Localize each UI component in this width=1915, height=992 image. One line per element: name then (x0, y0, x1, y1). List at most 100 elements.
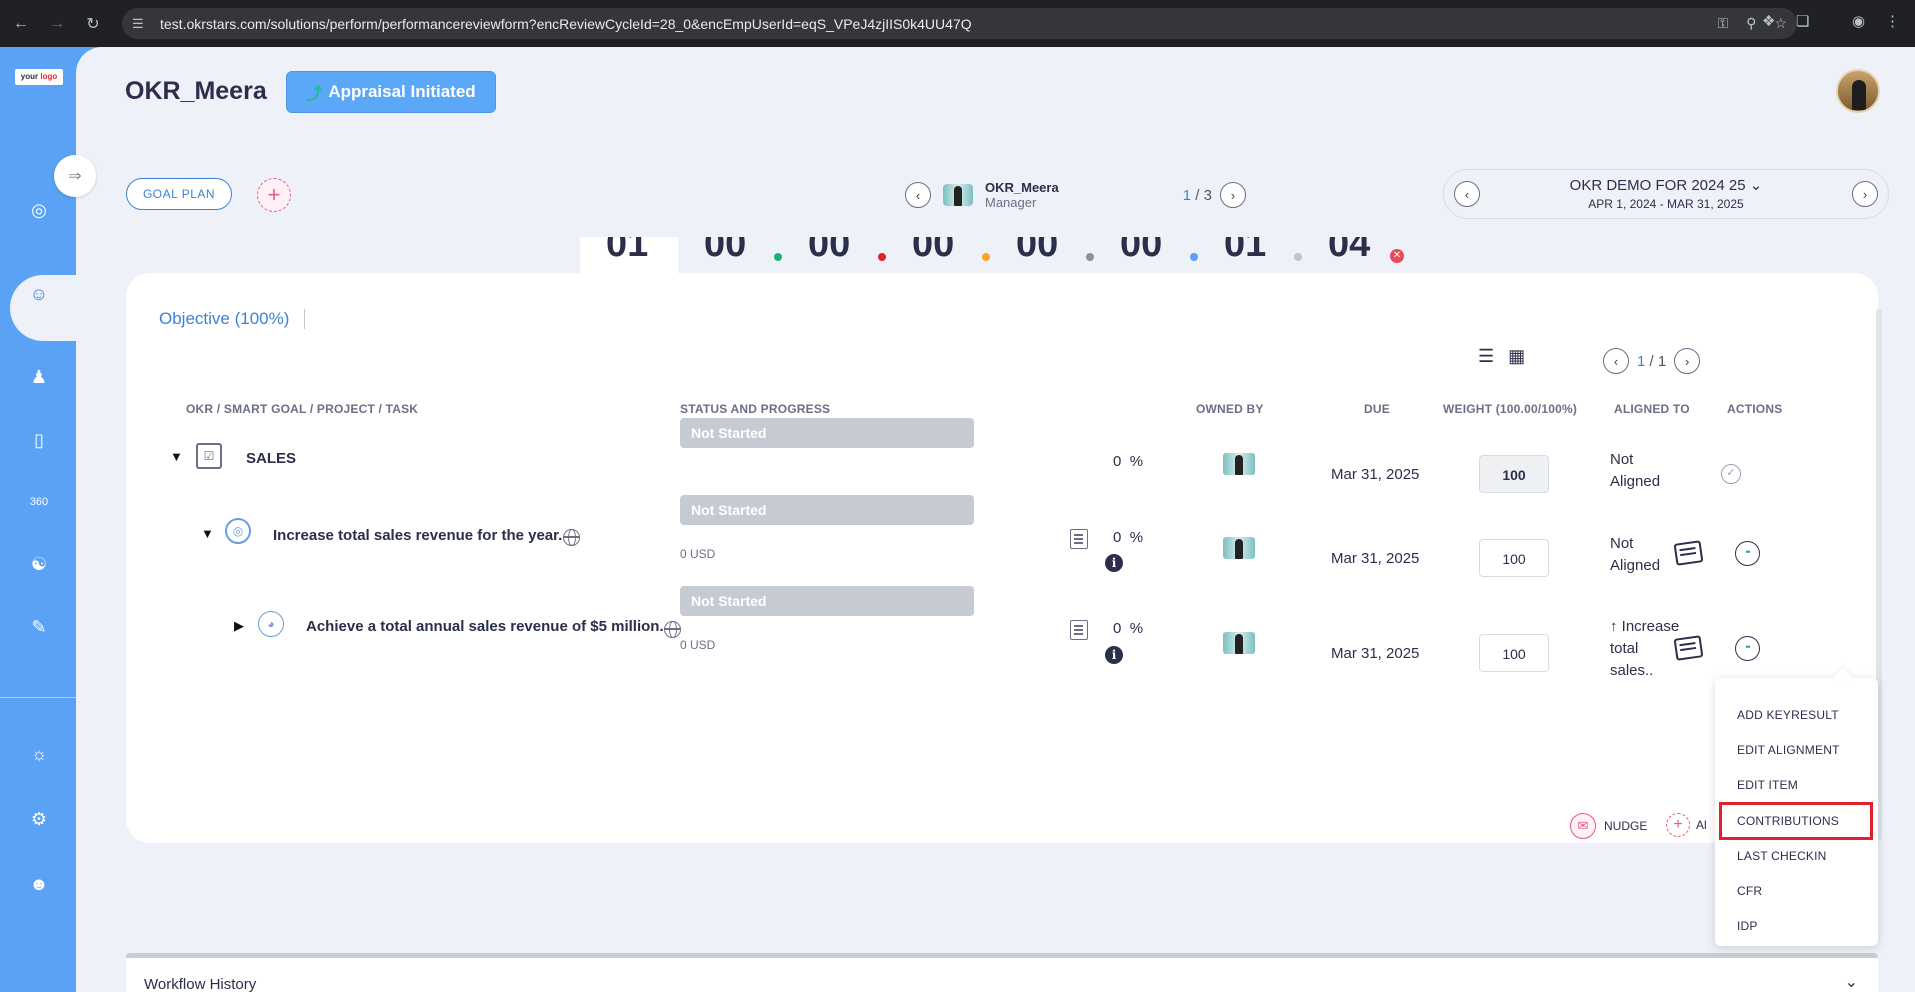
tab-objective[interactable]: Objective (100%) (159, 309, 289, 329)
col-weight: WEIGHT (100.00/100%) (1443, 402, 1578, 416)
stats-strip: 01 00 00 00 00 00 01 04 ✕ (580, 237, 1406, 273)
view-toggle: ☰ ▦ (1478, 346, 1525, 367)
usd-value: 0 USD (680, 547, 716, 561)
employee-navigator: ‹ OKR_Meera Manager 1 / 3 › (905, 180, 1246, 210)
stat-cell: 00 (990, 237, 1094, 273)
row-title[interactable]: SALES (246, 450, 296, 467)
card-icon[interactable] (1673, 635, 1704, 661)
chevron-down-icon[interactable]: ⌄ (1845, 972, 1858, 992)
cycle-dates: APR 1, 2024 - MAR 31, 2025 (1588, 197, 1744, 211)
back-icon[interactable]: ← (6, 9, 36, 39)
360-icon[interactable]: 360 (22, 485, 56, 519)
progress-value: 0 % (1113, 529, 1144, 546)
extension-icon[interactable]: ❖ (1762, 12, 1775, 30)
objective-icon: ☑ (196, 443, 222, 469)
reload-icon[interactable]: ↻ (78, 9, 108, 39)
more-actions-icon[interactable]: •• (1735, 541, 1760, 566)
prev-page-button[interactable]: ‹ (1603, 348, 1629, 374)
address-bar[interactable]: ☰ test.okrstars.com/solutions/perform/pe… (122, 8, 1797, 39)
bookmark-star-icon[interactable]: ☆ (1774, 15, 1787, 32)
owner-avatar[interactable] (1223, 537, 1255, 559)
appraisal-label: Appraisal Initiated (328, 82, 476, 101)
status-bar[interactable]: Not Started (680, 586, 974, 616)
next-cycle-button[interactable]: › (1852, 181, 1878, 207)
zoom-icon[interactable]: ⚲ (1746, 15, 1756, 32)
support-icon[interactable]: ☼ (22, 737, 56, 771)
menu-item-add-keyresult[interactable]: ADD KEYRESULT (1737, 708, 1839, 722)
add-goal-button[interactable]: + (257, 178, 291, 212)
collapse-sidebar-button[interactable]: ⇒ (54, 155, 96, 197)
mail-icon: ✉ (1570, 813, 1596, 839)
grid-view-icon[interactable]: ▦ (1508, 346, 1525, 367)
col-owned-by: OWNED BY (1196, 402, 1264, 416)
weight-field[interactable]: 100 (1479, 539, 1549, 577)
info-icon[interactable]: i (1105, 554, 1123, 572)
stat-cell: 00 (1094, 237, 1198, 273)
row-title[interactable]: Increase total sales revenue for the yea… (273, 527, 562, 544)
progress-value: 0 % (1113, 620, 1144, 637)
report-icon[interactable]: ✎ (22, 610, 56, 644)
menu-item-last-checkin[interactable]: LAST CHECKIN (1737, 849, 1827, 863)
browser-toolbar: ← → ↻ ☰ test.okrstars.com/solutions/perf… (0, 0, 1915, 47)
status-bar[interactable]: Not Started (680, 495, 974, 525)
close-icon: ✕ (1390, 249, 1404, 263)
owner-avatar[interactable] (1223, 453, 1255, 475)
col-okr: OKR / SMART GOAL / PROJECT / TASK (186, 402, 419, 416)
usd-value: 0 USD (680, 638, 716, 652)
cycle-title[interactable]: OKR DEMO FOR 2024 25 ⌄ (1444, 176, 1888, 194)
main-content: OKR_Meera ⤴ Appraisal Initiated GOAL PLA… (76, 47, 1915, 992)
menu-item-contributions[interactable]: CONTRIBUTIONS (1737, 814, 1839, 828)
owner-avatar[interactable] (1223, 632, 1255, 654)
goal-plan-button[interactable]: GOAL PLAN (126, 178, 232, 210)
check-icon[interactable]: ✓ (1721, 464, 1741, 484)
next-page-button[interactable]: › (1674, 348, 1701, 374)
profile-icon[interactable]: ◉ (1852, 12, 1865, 30)
add-button[interactable]: + Al (1666, 813, 1707, 837)
note-icon[interactable] (1070, 529, 1088, 549)
weight-field[interactable]: 100 (1479, 634, 1549, 672)
expand-toggle-icon[interactable]: ▶ (234, 618, 244, 634)
workflow-history-panel[interactable]: Workflow History ⌄ (126, 953, 1878, 992)
expand-toggle-icon[interactable]: ▼ (201, 526, 214, 541)
next-employee-button[interactable]: › (1219, 182, 1246, 208)
note-icon[interactable] (1070, 620, 1088, 640)
row-title[interactable]: Achieve a total annual sales revenue of … (306, 618, 664, 635)
nudge-button[interactable]: ✉ NUDGE (1570, 813, 1647, 839)
employee-pager: 1 / 3 (1182, 186, 1212, 204)
col-due: DUE (1364, 402, 1390, 416)
card-icon[interactable] (1673, 540, 1704, 566)
stat-cell: 01 (1198, 237, 1302, 273)
url-text[interactable]: test.okrstars.com/solutions/perform/perf… (160, 16, 972, 32)
person-icon[interactable]: ♟ (22, 360, 56, 394)
menu-item-edit-item[interactable]: EDIT ITEM (1737, 778, 1798, 792)
hierarchy-icon[interactable]: ☯ (22, 547, 56, 581)
more-actions-icon[interactable]: •• (1735, 636, 1760, 661)
target-icon: ◎ (225, 518, 251, 544)
menu-item-edit-alignment[interactable]: EDIT ALIGNMENT (1737, 743, 1840, 757)
forward-icon[interactable]: → (42, 9, 72, 39)
book-icon[interactable]: ▯ (22, 423, 56, 457)
col-actions: ACTIONS (1727, 402, 1783, 416)
key-icon[interactable]: ⚿ (1718, 15, 1729, 32)
status-bar[interactable]: Not Started (680, 418, 974, 448)
menu-item-idp[interactable]: IDP (1737, 919, 1758, 933)
info-icon[interactable]: i (1105, 646, 1123, 664)
review-cycle-selector[interactable]: ‹ OKR DEMO FOR 2024 25 ⌄ APR 1, 2024 - M… (1443, 169, 1889, 219)
stat-cell: 04 ✕ (1302, 237, 1406, 273)
stat-cell: 00 (782, 237, 886, 273)
appraisal-status-button[interactable]: ⤴ Appraisal Initiated (286, 71, 496, 113)
target-icon[interactable]: ◎ (22, 193, 56, 227)
avatar[interactable] (1836, 69, 1880, 113)
site-info-icon[interactable]: ☰ (132, 16, 154, 32)
employee-name: OKR_Meera (985, 180, 1059, 195)
chevron-down-icon: ⌄ (1749, 177, 1763, 194)
team-icon[interactable]: ☺ (22, 277, 56, 311)
list-view-icon[interactable]: ☰ (1478, 346, 1494, 367)
prev-employee-button[interactable]: ‹ (905, 182, 931, 208)
gear-icon[interactable]: ⚙ (22, 802, 56, 836)
expand-toggle-icon[interactable]: ▼ (170, 449, 183, 464)
menu-item-cfr[interactable]: CFR (1737, 884, 1762, 898)
puzzle-icon[interactable]: ❏ (1796, 12, 1809, 30)
user-icon[interactable]: ☻ (22, 867, 56, 901)
menu-dots-icon[interactable]: ⋮ (1885, 12, 1900, 30)
